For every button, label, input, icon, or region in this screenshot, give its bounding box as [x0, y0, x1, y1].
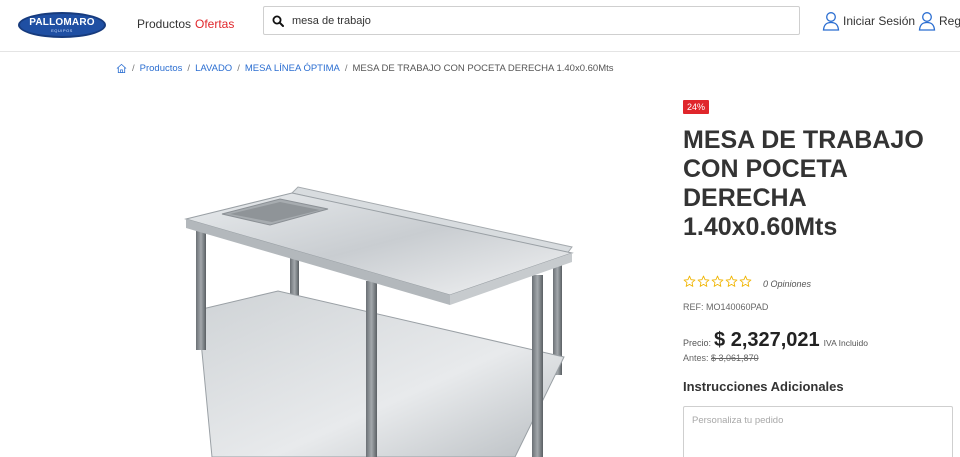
rating-stars[interactable]	[683, 275, 753, 293]
breadcrumb-item-mesa-linea-optima[interactable]: MESA LÍNEA ÓPTIMA	[245, 63, 340, 74]
breadcrumb-separator: /	[187, 63, 191, 74]
breadcrumb: / Productos / LAVADO / MESA LÍNEA ÓPTIMA…	[116, 63, 614, 74]
price-label: Precio:	[683, 338, 712, 348]
opinions-count[interactable]: 0 Opiniones	[763, 279, 811, 289]
star-icon[interactable]	[711, 275, 724, 288]
star-icon[interactable]	[697, 275, 710, 288]
breadcrumb-separator: /	[344, 63, 348, 74]
breadcrumb-current: MESA DE TRABAJO CON POCETA DERECHA 1.40x…	[352, 63, 614, 74]
before-price-row: Antes: $ 3,061,870	[683, 353, 759, 363]
before-label: Antes:	[683, 353, 709, 363]
search-bar[interactable]	[263, 6, 800, 35]
nav-productos[interactable]: Productos	[137, 17, 191, 31]
user-icon	[822, 12, 840, 31]
product-ref: REF: MO140060PAD	[683, 302, 769, 312]
product-image-table	[120, 95, 590, 457]
star-icon[interactable]	[739, 275, 752, 288]
login-label: Iniciar Sesión	[843, 14, 916, 28]
breadcrumb-item-lavado[interactable]: LAVADO	[195, 63, 232, 74]
price-row: Precio: $ 2,327,021 IVA Incluido	[683, 329, 868, 352]
user-icon	[918, 12, 936, 31]
nav-ofertas[interactable]: Ofertas	[195, 17, 234, 31]
star-icon[interactable]	[683, 275, 696, 288]
discount-badge: 24%	[683, 100, 710, 114]
register-label: Reg	[939, 14, 960, 28]
register-link[interactable]: Reg	[918, 11, 960, 31]
product-rating[interactable]: 0 Opiniones	[683, 275, 811, 293]
price-value: $ 2,327,021	[714, 329, 820, 351]
logo-subtext: EQUIPOS	[51, 27, 73, 33]
breadcrumb-separator: /	[132, 63, 135, 74]
logo-text: PALLOMARO	[29, 16, 95, 28]
pallomaro-logo[interactable]: PALLOMARO EQUIPOS	[18, 12, 106, 38]
breadcrumb-item-productos[interactable]: Productos	[140, 63, 183, 74]
before-price-value: $ 3,061,870	[711, 353, 759, 363]
search-input[interactable]	[292, 11, 792, 31]
star-icon[interactable]	[725, 275, 738, 288]
customize-order-input[interactable]	[683, 406, 953, 457]
home-icon[interactable]	[116, 63, 127, 74]
search-icon[interactable]	[272, 15, 284, 27]
breadcrumb-separator: /	[237, 63, 240, 74]
instructions-title: Instrucciones Adicionales	[683, 379, 844, 394]
login-link[interactable]: Iniciar Sesión	[822, 11, 915, 31]
product-image[interactable]	[120, 95, 590, 457]
iva-label: IVA Incluido	[823, 338, 868, 348]
site-header: PALLOMARO EQUIPOS Productos Ofertas Inic…	[0, 0, 960, 52]
product-title: MESA DE TRABAJO CON POCETA DERECHA 1.40x…	[683, 126, 924, 241]
